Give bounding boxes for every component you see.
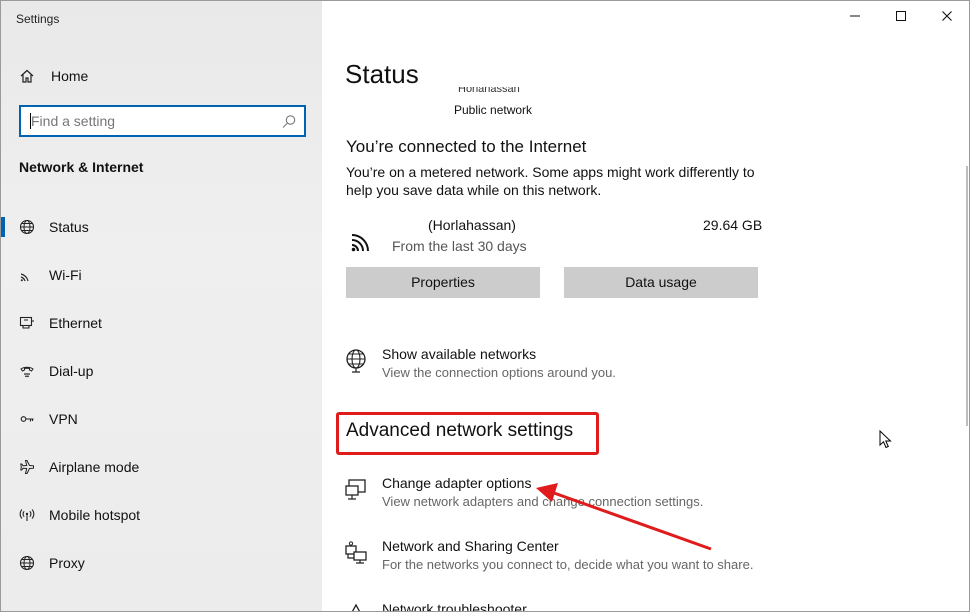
sidebar-item-label: Proxy — [49, 555, 85, 571]
network-name-clipped: Horlahassan — [458, 87, 520, 95]
section-title: Network & Internet — [19, 159, 144, 175]
close-icon — [941, 9, 953, 27]
home-button[interactable]: Home — [19, 65, 88, 87]
sidebar-item-ethernet[interactable]: Ethernet — [1, 305, 322, 341]
connection-description: You’re on a metered network. Some apps m… — [346, 164, 755, 198]
main-panel: Status Horlahassan Public network You’re… — [322, 1, 969, 612]
mouse-cursor-icon — [879, 429, 893, 450]
option-title: Show available networks — [382, 346, 537, 362]
vpn-icon — [19, 411, 35, 427]
sidebar-item-label: Mobile hotspot — [49, 507, 141, 523]
adapter-icon — [344, 477, 370, 503]
close-button[interactable] — [924, 1, 969, 35]
hotspot-icon — [19, 507, 35, 523]
sidebar-item-label: Dial-up — [49, 363, 94, 379]
dialup-icon — [19, 363, 35, 379]
search-box[interactable] — [19, 105, 306, 137]
option-title: Network and Sharing Center — [382, 538, 559, 554]
wifi-signal-icon — [350, 225, 380, 253]
data-usage-button[interactable]: Data usage — [564, 267, 758, 298]
search-input[interactable] — [31, 112, 271, 130]
data-usage-value: 29.64 GB — [703, 217, 763, 233]
warning-icon — [344, 603, 370, 611]
option-description: View the connection options around you. — [382, 365, 616, 380]
network-type: Public network — [454, 103, 533, 117]
minimize-icon — [849, 9, 861, 27]
ethernet-icon — [19, 315, 35, 331]
search-icon[interactable] — [280, 113, 298, 131]
maximize-button[interactable] — [878, 1, 924, 35]
home-label: Home — [51, 68, 89, 84]
page-title: Status — [345, 59, 419, 89]
option-description: For the networks you connect to, decide … — [382, 557, 754, 572]
minimize-button[interactable] — [832, 1, 878, 35]
network-troubleshooter-link[interactable]: Network troubleshooter — [344, 601, 784, 612]
scrollbar[interactable] — [966, 166, 968, 426]
properties-button[interactable]: Properties — [346, 267, 540, 298]
sidebar-item-vpn[interactable]: VPN — [1, 401, 322, 437]
sidebar-item-status[interactable]: Status — [1, 209, 322, 245]
sidebar-item-label: Wi-Fi — [49, 267, 82, 283]
option-title: Change adapter options — [382, 475, 532, 491]
settings-window: Settings Home Network & Internet Status — [0, 0, 970, 612]
maximize-icon — [895, 9, 907, 27]
connection-heading: You’re connected to the Internet — [346, 137, 587, 156]
sidebar-item-proxy[interactable]: Proxy — [1, 545, 322, 581]
annotation-arrow — [536, 483, 712, 551]
sidebar-item-label: Ethernet — [49, 315, 102, 331]
globe-icon — [344, 348, 370, 374]
home-icon — [19, 68, 35, 84]
sidebar: Settings Home Network & Internet Status — [1, 1, 322, 611]
sidebar-item-label: Airplane mode — [49, 459, 140, 475]
sidebar-item-dialup[interactable]: Dial-up — [1, 353, 322, 389]
sidebar-item-wifi[interactable]: Wi-Fi — [1, 257, 322, 293]
globe-icon — [19, 219, 35, 235]
advanced-settings-heading: Advanced network settings — [346, 420, 574, 441]
network-sharing-center-link[interactable]: Network and Sharing Center For the netwo… — [344, 538, 784, 578]
option-title: Network troubleshooter — [382, 601, 527, 612]
show-available-networks-link[interactable]: Show available networks View the connect… — [344, 346, 784, 386]
wifi-icon — [19, 267, 35, 283]
network-name: (Horlahassan) — [428, 217, 516, 233]
usage-period: From the last 30 days — [392, 238, 527, 254]
change-adapter-options-link[interactable]: Change adapter options View network adap… — [344, 475, 784, 515]
option-description: View network adapters and change connect… — [382, 494, 704, 509]
globe-icon — [19, 555, 35, 571]
sidebar-item-label: Status — [49, 219, 89, 235]
sharing-center-icon — [344, 540, 370, 566]
app-title: Settings — [16, 12, 60, 26]
sidebar-item-mobile-hotspot[interactable]: Mobile hotspot — [1, 497, 322, 533]
sidebar-item-label: VPN — [49, 411, 78, 427]
airplane-icon — [19, 459, 35, 475]
sidebar-item-airplane-mode[interactable]: Airplane mode — [1, 449, 322, 485]
